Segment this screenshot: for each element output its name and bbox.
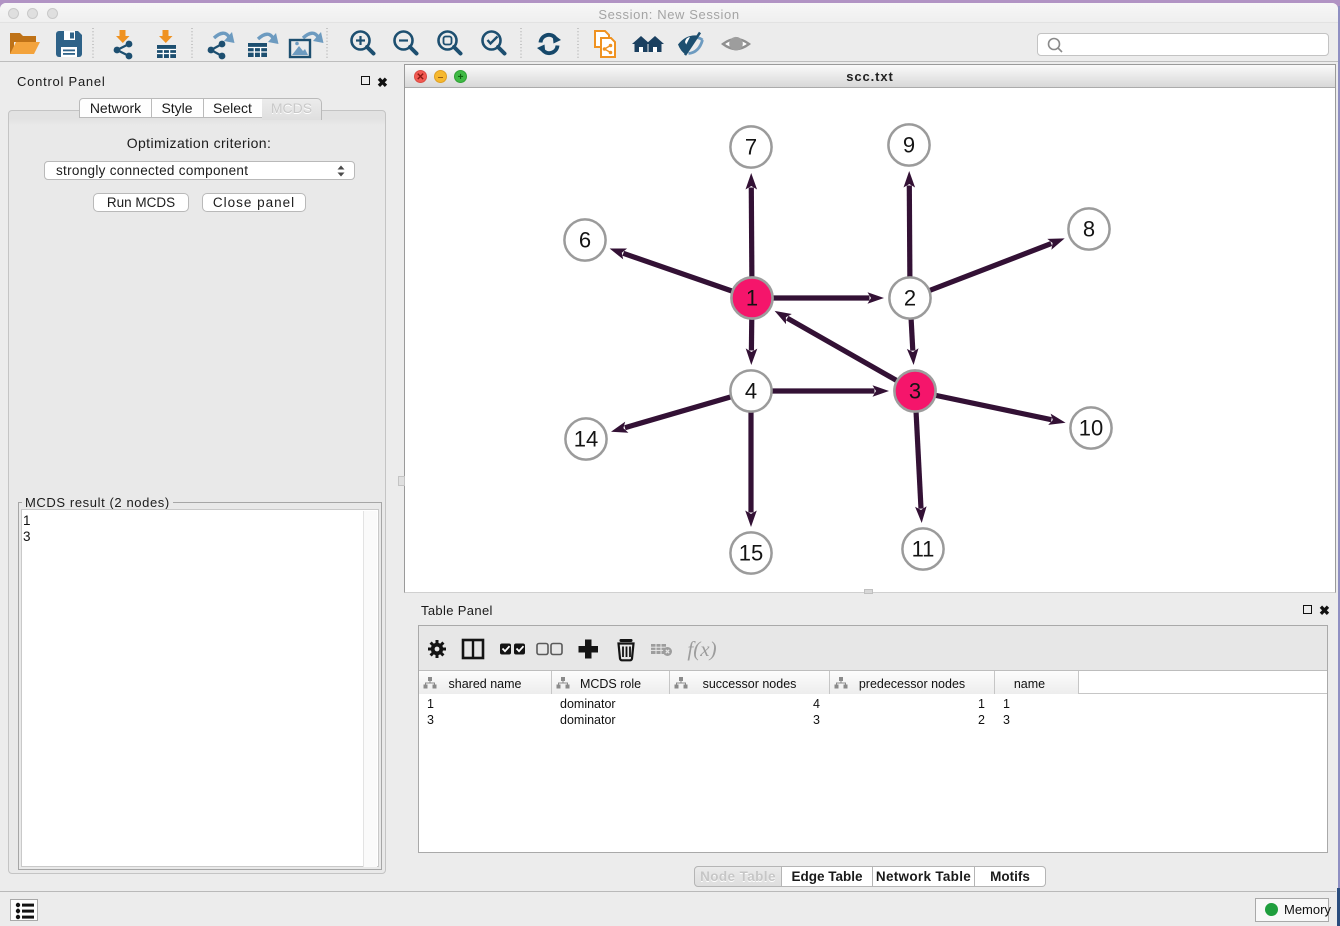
svg-text:10: 10 <box>1079 416 1103 441</box>
svg-text:2: 2 <box>904 286 916 311</box>
svg-text:1: 1 <box>746 286 758 311</box>
svg-text:4: 4 <box>745 379 757 404</box>
svg-text:11: 11 <box>912 537 935 562</box>
svg-text:9: 9 <box>903 133 915 158</box>
svg-text:6: 6 <box>579 228 591 253</box>
svg-text:14: 14 <box>574 427 598 452</box>
svg-text:3: 3 <box>909 379 921 404</box>
svg-text:f(x): f(x) <box>687 637 716 661</box>
svg-text:8: 8 <box>1083 217 1095 242</box>
svg-text:15: 15 <box>739 541 763 566</box>
svg-text:7: 7 <box>745 135 757 160</box>
